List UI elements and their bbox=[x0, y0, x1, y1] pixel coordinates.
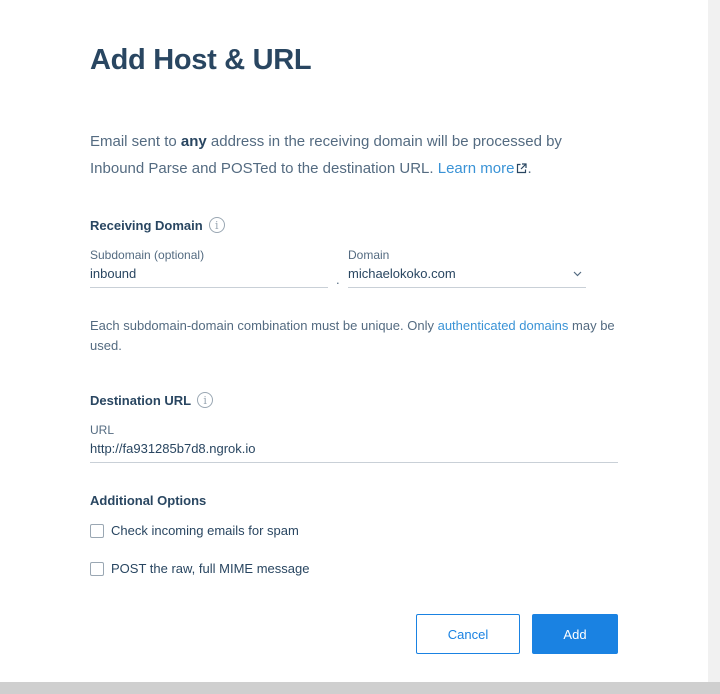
learn-more-label: Learn more bbox=[437, 160, 515, 177]
destination-url-heading: Destination URL i bbox=[90, 392, 214, 408]
spam-check-option[interactable]: Check incoming emails for spam bbox=[90, 523, 299, 538]
cancel-button[interactable]: Cancel bbox=[416, 614, 520, 654]
subdomain-field: Subdomain (optional) bbox=[90, 248, 328, 288]
modal-title: Add Host & URL bbox=[90, 44, 312, 76]
domain-separator: . bbox=[336, 272, 340, 287]
domain-select[interactable]: michaelokoko.com bbox=[348, 262, 586, 288]
destination-url-info-icon[interactable]: i bbox=[197, 392, 214, 408]
intro-text: Email sent to any address in the receivi… bbox=[90, 128, 610, 182]
spam-check-checkbox[interactable] bbox=[90, 523, 104, 538]
horizontal-scrollbar[interactable] bbox=[0, 682, 720, 694]
receiving-domain-heading: Receiving Domain i bbox=[90, 217, 225, 233]
receiving-domain-label: Receiving Domain bbox=[90, 217, 203, 233]
raw-post-checkbox[interactable] bbox=[90, 561, 104, 576]
domain-select-value[interactable]: michaelokoko.com bbox=[348, 262, 586, 288]
destination-url-label: Destination URL bbox=[90, 392, 192, 408]
domain-helper-text: Each subdomain-domain combination must b… bbox=[90, 316, 620, 356]
intro-bold: any bbox=[180, 133, 207, 150]
domain-field: Domain michaelokoko.com bbox=[348, 248, 586, 288]
additional-options-heading: Additional Options bbox=[90, 493, 206, 508]
add-button[interactable]: Add bbox=[532, 614, 618, 654]
external-link-icon bbox=[517, 163, 528, 174]
additional-options-label: Additional Options bbox=[90, 493, 207, 508]
raw-post-label[interactable]: POST the raw, full MIME message bbox=[111, 561, 309, 576]
url-input[interactable] bbox=[90, 437, 618, 463]
subdomain-input[interactable] bbox=[90, 262, 328, 288]
helper-part1: Each subdomain-domain combination must b… bbox=[90, 318, 438, 333]
intro-part1: Email sent to bbox=[90, 133, 181, 150]
raw-post-option[interactable]: POST the raw, full MIME message bbox=[90, 561, 309, 576]
domain-label: Domain bbox=[348, 248, 390, 262]
spam-check-label[interactable]: Check incoming emails for spam bbox=[111, 523, 299, 538]
intro-end: . bbox=[527, 160, 532, 177]
url-label: URL bbox=[90, 423, 115, 437]
chevron-down-icon[interactable] bbox=[573, 271, 582, 277]
url-field: URL bbox=[90, 423, 618, 463]
authenticated-domains-link[interactable]: authenticated domains bbox=[438, 318, 569, 333]
vertical-scrollbar[interactable] bbox=[708, 0, 720, 694]
add-host-url-modal: Add Host & URL Email sent to any address… bbox=[0, 0, 708, 682]
subdomain-label: Subdomain (optional) bbox=[90, 248, 205, 262]
receiving-domain-info-icon[interactable]: i bbox=[208, 217, 225, 233]
learn-more-link[interactable]: Learn more bbox=[438, 160, 528, 177]
